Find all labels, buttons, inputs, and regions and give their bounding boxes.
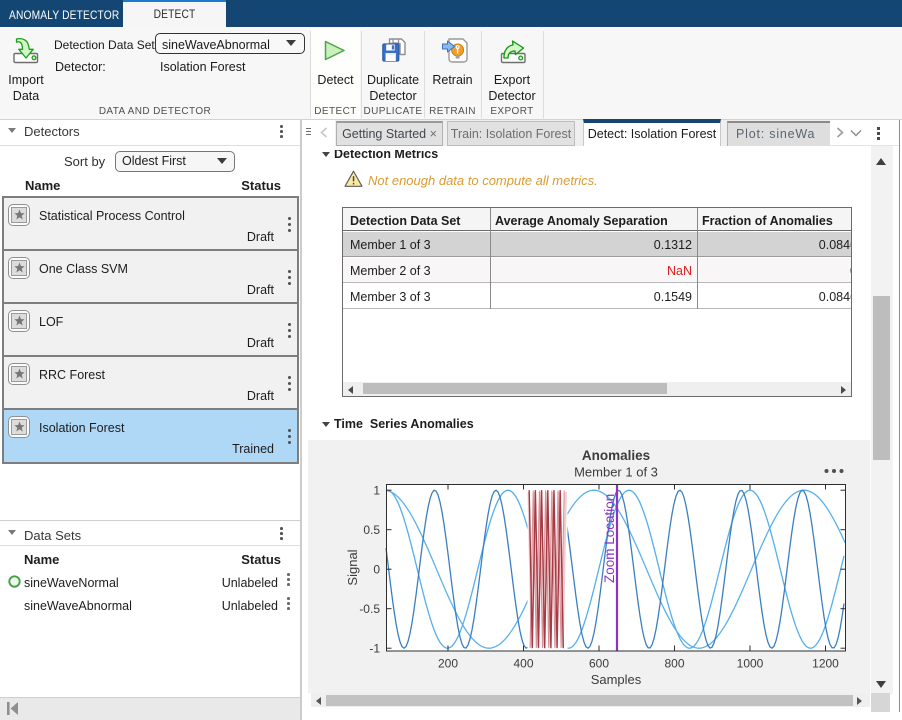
svg-text:0.5: 0.5 [363, 523, 380, 537]
svg-text:Samples: Samples [591, 672, 642, 687]
svg-text:800: 800 [664, 657, 684, 671]
svg-text:200: 200 [438, 657, 458, 671]
svg-text:400: 400 [513, 657, 533, 671]
svg-text:-0.5: -0.5 [359, 602, 380, 616]
svg-text:0: 0 [373, 562, 380, 576]
svg-text:1200: 1200 [812, 657, 839, 671]
svg-text:1: 1 [373, 483, 380, 497]
svg-text:Signal: Signal [345, 549, 360, 585]
svg-text:-1: -1 [369, 641, 380, 655]
svg-text:1000: 1000 [737, 657, 764, 671]
svg-text:Member 1 of 3: Member 1 of 3 [574, 465, 658, 480]
svg-text:600: 600 [589, 657, 609, 671]
svg-text:Anomalies: Anomalies [582, 448, 650, 463]
svg-text:Zoom Location: Zoom Location [602, 494, 617, 583]
